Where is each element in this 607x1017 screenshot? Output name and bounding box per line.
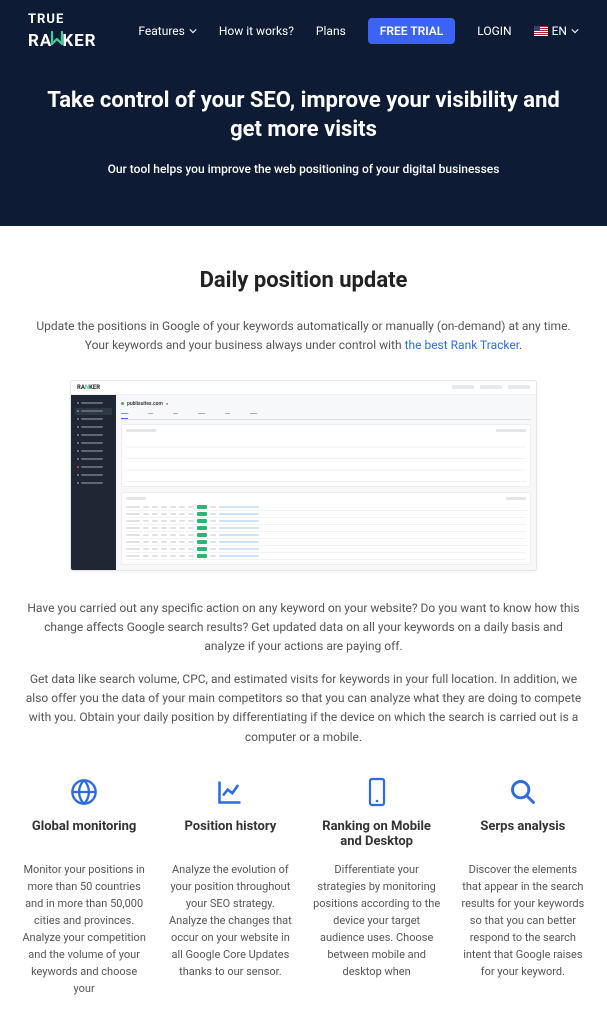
- sidebar-item: [75, 448, 112, 455]
- sidebar-item: [75, 480, 112, 487]
- feature-text: Monitor your positions in more than 50 c…: [20, 861, 148, 997]
- globe-icon: [20, 775, 148, 809]
- sidebar-item: [75, 472, 112, 479]
- feature-title: Ranking on Mobile and Desktop: [313, 819, 441, 849]
- nav-features-label: Features: [138, 24, 184, 38]
- dashboard-screenshot: RANKER: [70, 380, 537, 571]
- nav-links: Features How it works? Plans FREE TRIAL …: [138, 18, 579, 44]
- dash-sidebar: [71, 395, 116, 570]
- language-label: EN: [552, 24, 567, 38]
- sidebar-item: [75, 408, 112, 415]
- dash-tab: ━━: [225, 411, 230, 419]
- nav-plans-label: Plans: [316, 24, 346, 38]
- dash-tab: ━━━: [250, 411, 257, 419]
- hero-subtitle: Our tool helps you improve the web posit…: [30, 162, 577, 176]
- dash-content: publisuites.com ● ━━━ ━━ ━━ ━━━ ━━ ━━━: [116, 395, 536, 570]
- dash-tabs: ━━━ ━━ ━━ ━━━ ━━ ━━━: [121, 411, 531, 420]
- nav-features[interactable]: Features: [138, 24, 196, 38]
- table-row: [126, 504, 526, 511]
- sidebar-item: [75, 424, 112, 431]
- dash-header: RANKER: [71, 381, 536, 395]
- dash-chart-header: [126, 429, 526, 432]
- feature-text: Analyze the evolution of your position t…: [166, 861, 294, 980]
- section-title: Daily position update: [20, 268, 587, 293]
- nav-login-label: LOGIN: [477, 24, 511, 38]
- dash-header-item: [508, 385, 530, 389]
- sidebar-item: [75, 432, 112, 439]
- feature-position-history: Position history Analyze the evolution o…: [166, 775, 294, 997]
- section-intro: Update the positions in Google of your k…: [26, 317, 581, 355]
- nav-plans[interactable]: Plans: [316, 24, 346, 38]
- chevron-down-icon: [571, 27, 579, 35]
- dash-header-item: [452, 385, 474, 389]
- sidebar-item: [75, 456, 112, 463]
- logo-n-arrow-icon: [50, 30, 64, 50]
- table-row: [126, 525, 526, 532]
- sidebar-item: [75, 440, 112, 447]
- nav-how-it-works[interactable]: How it works?: [219, 24, 294, 38]
- feature-title: Serps analysis: [459, 819, 587, 849]
- dash-tab: ━━: [173, 411, 178, 419]
- hero-section: TRUE RA KER Features How it works? Plans …: [0, 0, 607, 226]
- site-status-icon: [121, 402, 124, 405]
- nav-how-label: How it works?: [219, 24, 294, 38]
- table-row: [126, 539, 526, 546]
- dash-bar-chart: [126, 436, 526, 482]
- logo-line1: TRUE: [28, 14, 97, 26]
- mobile-icon: [313, 775, 441, 809]
- dash-header-right: [452, 385, 530, 389]
- dash-logo: RANKER: [77, 384, 100, 391]
- free-trial-label: FREE TRIAL: [380, 24, 444, 38]
- us-flag-icon: [534, 26, 548, 36]
- nav-login[interactable]: LOGIN: [477, 24, 511, 38]
- table-row: [126, 553, 526, 560]
- rank-tracker-link[interactable]: the best Rank Tracker: [405, 338, 519, 352]
- sidebar-item: [75, 416, 112, 423]
- feature-mobile-desktop: Ranking on Mobile and Desktop Differenti…: [313, 775, 441, 997]
- dash-table-card: [121, 492, 531, 565]
- logo[interactable]: TRUE RA KER: [28, 14, 97, 49]
- dash-tab: ━━━: [121, 411, 128, 419]
- features-row: Global monitoring Monitor your positions…: [20, 775, 587, 997]
- dash-tab: ━━━: [198, 411, 205, 419]
- dash-tab: ━━: [148, 411, 153, 419]
- main-content: Daily position update Update the positio…: [0, 226, 607, 1017]
- free-trial-button[interactable]: FREE TRIAL: [368, 18, 456, 44]
- dash-body: publisuites.com ● ━━━ ━━ ━━ ━━━ ━━ ━━━: [71, 395, 536, 570]
- sidebar-item: [75, 400, 112, 407]
- table-row: [126, 511, 526, 518]
- table-row: [126, 518, 526, 525]
- table-row: [126, 532, 526, 539]
- chevron-down-icon: [189, 27, 197, 35]
- logo-line2b: KER: [62, 31, 96, 51]
- dash-breadcrumb: publisuites.com ●: [121, 400, 531, 408]
- language-selector[interactable]: EN: [534, 24, 579, 38]
- top-nav: TRUE RA KER Features How it works? Plans …: [0, 0, 607, 63]
- dash-table-header: [126, 497, 526, 500]
- section-paragraph-1: Have you carried out any specific action…: [24, 599, 583, 657]
- feature-title: Global monitoring: [20, 819, 148, 849]
- hero-title: Take control of your SEO, improve your v…: [30, 87, 577, 144]
- feature-global-monitoring: Global monitoring Monitor your positions…: [20, 775, 148, 997]
- search-icon: [459, 775, 587, 809]
- feature-serps-analysis: Serps analysis Discover the elements tha…: [459, 775, 587, 997]
- section-intro-text-2: .: [519, 338, 522, 352]
- feature-text: Discover the elements that appear in the…: [459, 861, 587, 980]
- sidebar-item: [75, 464, 112, 471]
- dash-site-name: publisuites.com: [127, 401, 163, 407]
- dash-chart-card: [121, 424, 531, 487]
- feature-title: Position history: [166, 819, 294, 849]
- line-chart-icon: [166, 775, 294, 809]
- dash-header-item: [480, 385, 502, 389]
- feature-text: Differentiate your strategies by monitor…: [313, 861, 441, 980]
- section-paragraph-2: Get data like search volume, CPC, and es…: [24, 670, 583, 747]
- logo-line2a: RA: [28, 31, 52, 51]
- table-row: [126, 546, 526, 553]
